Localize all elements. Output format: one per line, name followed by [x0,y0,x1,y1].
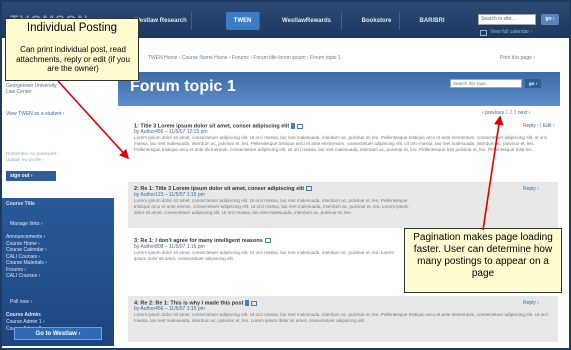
topic-search-go-button[interactable]: go › [525,79,541,88]
callout-text: Can print individual post, read attachme… [16,45,130,73]
individual-posting-callout: Individual Posting Can print individual … [5,18,139,81]
forum-title-bar: Forum topic 1 Search this topic... go › [118,72,560,106]
print-icon[interactable] [264,238,271,244]
forum-post: 1: Title 3 Lorem ipsum dolor sit amet, c… [128,119,558,177]
reply-edit-links[interactable]: Reply › | Edit › [523,123,555,129]
tab-westlaw-research[interactable]: Westlaw Research [130,12,192,30]
update-profile-link[interactable]: Update my profile › [6,157,44,163]
page-numbers[interactable]: 1 2 3 [505,110,516,116]
sign-out-button[interactable]: sign out › [6,171,56,181]
tab-bookstore[interactable]: Bookstore [354,12,400,30]
calendar-icon [480,30,487,36]
school-name: Georgetown University Law Center [6,83,57,95]
reply-link[interactable]: Reply › [523,300,539,306]
print-icon[interactable] [251,300,258,306]
course-links-list: Announcements › Course Home › Course Cal… [6,234,47,280]
pagination: ‹ previous 1 2 3 next › [482,110,530,116]
print-icon[interactable] [297,123,304,129]
post-body: Lorem ipsum dolor sit amet, consectetuer… [134,312,548,323]
post-body: Lorem ipsum dolor sit amet, consectetuer… [134,135,548,152]
sidebar-item-course-calendar[interactable]: Course Calendar › [6,247,47,254]
course-title: Course Title [6,201,35,207]
print-page-link[interactable]: Print this page › [500,55,535,61]
manage-links-button[interactable]: Manage links › [10,221,43,228]
topic-search-input[interactable]: Search this topic... [450,79,522,88]
course-admin-heading: Course Admin: [6,312,42,318]
tab-twen[interactable]: TWEN [226,12,260,30]
next-page-link[interactable]: next › [518,110,531,116]
print-icon[interactable] [306,186,313,192]
reply-link[interactable]: Reply › [523,186,539,192]
go-to-westlaw-button[interactable]: Go to Westlaw › [14,327,102,340]
site-search-go-button[interactable]: go › [541,14,559,25]
post-body: Lorem ipsum dolor sit amet, consectetuer… [134,250,394,261]
attachment-icon[interactable] [245,300,250,306]
forum-post: 4: Re 2: Re 1: This is why I made this p… [128,296,558,342]
tab-westlaw-rewards[interactable]: WestlawRewards [272,12,342,30]
page-title: Forum topic 1 [130,78,236,95]
callout-title: Individual Posting [26,22,118,34]
breadcrumb[interactable]: TWEN Home › Course Name Home › Forums › … [148,55,341,61]
sidebar-item-cali-courses-2[interactable]: CALI Courses › [6,273,47,280]
poll-now-button[interactable]: Poll now › [10,299,32,306]
attachment-icon[interactable] [291,123,296,129]
site-search-input[interactable]: Search in site... [478,14,536,25]
sidebar-item-course-materials[interactable]: Course Materials › [6,260,47,267]
post-body: Lorem ipsum dolor sit amet, consectetuer… [134,198,409,215]
view-as-student-link[interactable]: View TWEN as a student › [6,111,64,117]
sidebar-item-admin-1[interactable]: Course Admin 1 › [6,319,45,326]
previous-page-link[interactable]: ‹ previous [482,110,504,116]
pagination-callout: Pagination makes page loading faster. Us… [404,228,562,293]
view-calendar-link[interactable]: View full calendar › [490,29,532,35]
course-sidebar-panel: Course Title Manage links › Announcement… [2,198,114,346]
tab-bar-bri[interactable]: BAR/BRI [412,12,452,30]
forum-post: 2: Re 1: Title 3 Lorem ipsum dolor sit a… [128,182,558,228]
sidebar-item-announcements[interactable]: Announcements › [6,234,47,241]
